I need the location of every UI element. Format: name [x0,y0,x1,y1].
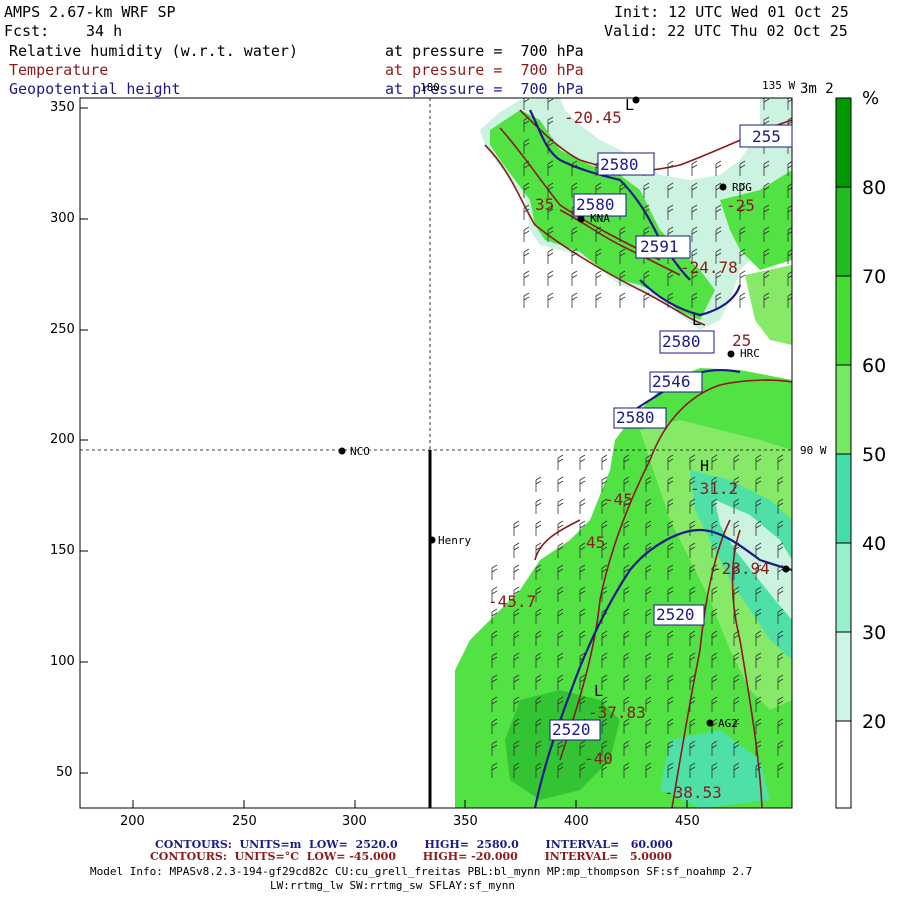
colorbar-label: 20 [862,711,887,733]
footer-temp-contours: CONTOURS: UNITS=°C LOW= -45.000 HIGH= -2… [150,850,672,863]
wind-barb [523,248,530,264]
temp-label: 45 [586,533,606,552]
y-tick-label: 250 [50,322,75,337]
meridian-label: 135 W [762,79,796,92]
height-label: 2580 [616,408,655,427]
colorbar-label: 80 [862,177,887,199]
height-label: 2580 [600,155,639,174]
colorbar-label: 60 [862,355,887,377]
wind-barb [579,454,586,470]
wind-barb [619,292,626,308]
wind-barb [535,476,542,492]
wind-barb [513,542,520,558]
wind-barb [643,292,650,308]
wind-barb [579,476,586,492]
x-tick-label: 200 [120,814,145,829]
colorbar-label: 50 [862,444,887,466]
height-label: 2520 [552,720,591,739]
y-tick-label: 200 [50,432,75,447]
wind-barb [579,498,586,514]
y-tick-label: 100 [50,654,75,669]
wind-barb [523,270,530,286]
temp-label: -38.53 [664,783,722,802]
height-label: 2546 [652,372,691,391]
temp-label: -40 [584,749,613,768]
wind-barb [513,520,520,536]
wind-barb [557,454,564,470]
temp-label: -25 [726,196,755,215]
wind-barb [601,454,608,470]
meridian-label: 90 W [800,444,827,457]
wind-barb [513,564,520,580]
temp-label: -31.2 [690,479,739,498]
station-label: AG2 [718,717,738,730]
y-tick-label: 350 [50,100,75,115]
temp-label: -28.94 [712,559,770,578]
wind-barb [571,270,578,286]
wind-barb [523,226,530,242]
low-mark: L [625,96,635,114]
wind-barb [739,270,746,286]
wind-barb [595,292,602,308]
model-info-2: LW:rrtmg_lw SW:rrtmg_sw SFLAY:sf_mynn [270,879,516,892]
wind-barb [547,248,554,264]
height-label: 255 [752,127,781,146]
wind-barb [523,292,530,308]
y-tick-label: 150 [50,543,75,558]
temp-label: -45 [604,490,633,509]
height-label: 2580 [576,195,615,214]
wind-barb [595,270,602,286]
station-label: Henry [438,534,472,547]
station-label: KNA [590,212,610,225]
wind-barb [739,292,746,308]
colorbar-unit: % [862,88,880,109]
colorbar [835,97,852,809]
x-tick-label: 300 [342,814,367,829]
station-label: RDG [732,181,752,194]
wind-barb [535,498,542,514]
temp-label: -20.45 [564,108,622,127]
low-mark: L [692,311,702,329]
model-info: Model Info: MPASv8.2.3-194-gf29cd82c CU:… [90,865,753,878]
wind-barb [571,292,578,308]
height-label: 2580 [662,332,701,351]
wind-barb [491,564,498,580]
wind-barb [557,476,564,492]
colorbar-label: 30 [862,622,887,644]
colorbar-label: 70 [862,266,887,288]
high-mark: H [700,457,710,475]
corner-label: 3m 2 [800,81,834,97]
height-label: 2591 [640,237,679,256]
temp-label: -45.7 [488,592,537,611]
x-tick-label: 250 [232,814,257,829]
temp-label: -24.78 [680,258,738,277]
station-label: NCO [350,445,370,458]
colorbar-label: 40 [862,533,887,555]
low-mark: L [594,682,604,700]
meridian-label: 180 [420,81,440,94]
temp-label: 35 [535,195,555,214]
y-tick-label: 300 [50,211,75,226]
wind-barb [557,520,564,536]
temp-label: -37.83 [588,703,646,722]
temp-label: 25 [732,331,752,350]
rh-field-ne-light [745,265,792,345]
wind-barb [535,520,542,536]
x-tick-label: 350 [453,814,478,829]
y-tick-label: 50 [56,765,73,780]
x-tick-label: 400 [564,814,589,829]
wind-barb [547,270,554,286]
x-tick-label: 450 [675,814,700,829]
height-label: 2520 [656,605,695,624]
wind-barb [557,498,564,514]
wind-barb [547,292,554,308]
